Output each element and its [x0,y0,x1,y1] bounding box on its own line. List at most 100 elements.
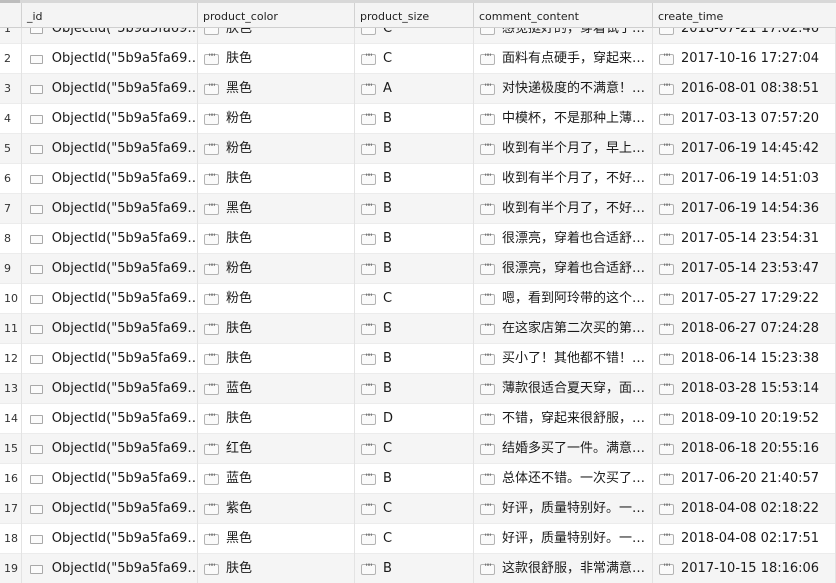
table-row[interactable]: 7 ObjectId("5b9a5fa69… "" 黑色 "" B "" 收到有… [0,194,836,224]
cell-id[interactable]: ObjectId("5b9a5fa69… [22,344,198,374]
cell-create-time[interactable]: "" 2018-04-08 02:18:22 [653,494,836,524]
cell-product-size[interactable]: "" C [355,524,474,554]
table-row[interactable]: 9 ObjectId("5b9a5fa69… "" 粉色 "" B "" 很漂亮… [0,254,836,284]
cell-product-size[interactable]: "" B [355,164,474,194]
cell-product-size[interactable]: "" C [355,28,474,44]
column-header-product-color[interactable]: product_color [198,3,355,28]
cell-comment-content[interactable]: "" 嗯，看到阿玲带的这个… [474,284,653,314]
cell-product-color[interactable]: "" 肤色 [198,224,355,254]
cell-comment-content[interactable]: "" 感觉挺好的，穿着试了… [474,28,653,44]
cell-create-time[interactable]: "" 2018-06-18 20:55:16 [653,434,836,464]
cell-product-color[interactable]: "" 肤色 [198,344,355,374]
table-row[interactable]: 14 ObjectId("5b9a5fa69… "" 肤色 "" D "" 不错… [0,404,836,434]
cell-product-color[interactable]: "" 粉色 [198,134,355,164]
table-row[interactable]: 19 ObjectId("5b9a5fa69… "" 肤色 "" B "" 这款… [0,554,836,583]
cell-product-color[interactable]: "" 粉色 [198,254,355,284]
cell-product-size[interactable]: "" B [355,134,474,164]
cell-id[interactable]: ObjectId("5b9a5fa69… [22,524,198,554]
cell-id[interactable]: ObjectId("5b9a5fa69… [22,28,198,44]
cell-product-size[interactable]: "" B [355,224,474,254]
cell-comment-content[interactable]: "" 面料有点硬手，穿起来… [474,44,653,74]
cell-product-color[interactable]: "" 肤色 [198,554,355,583]
table-row[interactable]: 16 ObjectId("5b9a5fa69… "" 蓝色 "" B "" 总体… [0,464,836,494]
table-row[interactable]: 10 ObjectId("5b9a5fa69… "" 粉色 "" C "" 嗯，… [0,284,836,314]
cell-create-time[interactable]: "" 2018-03-28 15:53:14 [653,374,836,404]
column-header-id[interactable]: _id [22,3,198,28]
cell-create-time[interactable]: "" 2018-07-21 17:02:46 [653,28,836,44]
cell-comment-content[interactable]: "" 不错，穿起来很舒服，… [474,404,653,434]
cell-product-color[interactable]: "" 黑色 [198,74,355,104]
cell-id[interactable]: ObjectId("5b9a5fa69… [22,44,198,74]
cell-id[interactable]: ObjectId("5b9a5fa69… [22,224,198,254]
cell-comment-content[interactable]: "" 在这家店第二次买的第… [474,314,653,344]
cell-comment-content[interactable]: "" 总体还不错。一次买了… [474,464,653,494]
table-row[interactable]: 6 ObjectId("5b9a5fa69… "" 肤色 "" B "" 收到有… [0,164,836,194]
cell-product-color[interactable]: "" 肤色 [198,404,355,434]
cell-product-color[interactable]: "" 红色 [198,434,355,464]
cell-id[interactable]: ObjectId("5b9a5fa69… [22,314,198,344]
table-row[interactable]: 17 ObjectId("5b9a5fa69… "" 紫色 "" C "" 好评… [0,494,836,524]
cell-id[interactable]: ObjectId("5b9a5fa69… [22,134,198,164]
cell-comment-content[interactable]: "" 收到有半个月了，不好… [474,164,653,194]
cell-comment-content[interactable]: "" 这款很舒服，非常满意… [474,554,653,583]
cell-product-color[interactable]: "" 紫色 [198,494,355,524]
cell-comment-content[interactable]: "" 很漂亮，穿着也合适舒… [474,224,653,254]
cell-product-color[interactable]: "" 肤色 [198,44,355,74]
cell-id[interactable]: ObjectId("5b9a5fa69… [22,254,198,284]
table-row[interactable]: 15 ObjectId("5b9a5fa69… "" 红色 "" C "" 结婚… [0,434,836,464]
cell-create-time[interactable]: "" 2017-05-14 23:53:47 [653,254,836,284]
cell-product-size[interactable]: "" A [355,74,474,104]
cell-id[interactable]: ObjectId("5b9a5fa69… [22,104,198,134]
cell-comment-content[interactable]: "" 买小了！其他都不错！… [474,344,653,374]
cell-comment-content[interactable]: "" 结婚多买了一件。满意… [474,434,653,464]
cell-id[interactable]: ObjectId("5b9a5fa69… [22,434,198,464]
cell-create-time[interactable]: "" 2017-05-14 23:54:31 [653,224,836,254]
cell-id[interactable]: ObjectId("5b9a5fa69… [22,464,198,494]
cell-comment-content[interactable]: "" 好评，质量特别好。一… [474,524,653,554]
cell-id[interactable]: ObjectId("5b9a5fa69… [22,404,198,434]
cell-product-size[interactable]: "" B [355,254,474,284]
cell-create-time[interactable]: "" 2017-03-13 07:57:20 [653,104,836,134]
cell-create-time[interactable]: "" 2017-06-19 14:45:42 [653,134,836,164]
column-header-product-size[interactable]: product_size [355,3,474,28]
cell-id[interactable]: ObjectId("5b9a5fa69… [22,74,198,104]
cell-create-time[interactable]: "" 2018-06-27 07:24:28 [653,314,836,344]
cell-create-time[interactable]: "" 2017-10-15 18:16:06 [653,554,836,583]
table-row[interactable]: 13 ObjectId("5b9a5fa69… "" 蓝色 "" B "" 薄款… [0,374,836,404]
cell-id[interactable]: ObjectId("5b9a5fa69… [22,284,198,314]
cell-product-size[interactable]: "" C [355,284,474,314]
cell-id[interactable]: ObjectId("5b9a5fa69… [22,374,198,404]
table-body[interactable]: 1 ObjectId("5b9a5fa69… "" 肤色 "" C "" 感觉挺… [0,28,836,583]
cell-create-time[interactable]: "" 2018-06-14 15:23:38 [653,344,836,374]
cell-comment-content[interactable]: "" 对快递极度的不满意！… [474,74,653,104]
cell-product-color[interactable]: "" 肤色 [198,164,355,194]
cell-create-time[interactable]: "" 2018-04-08 02:17:51 [653,524,836,554]
column-header-comment-content[interactable]: comment_content [474,3,653,28]
cell-create-time[interactable]: "" 2017-05-27 17:29:22 [653,284,836,314]
cell-product-size[interactable]: "" C [355,434,474,464]
column-header-create-time[interactable]: create_time [653,3,836,28]
cell-product-size[interactable]: "" B [355,374,474,404]
cell-id[interactable]: ObjectId("5b9a5fa69… [22,194,198,224]
cell-product-color[interactable]: "" 粉色 [198,284,355,314]
cell-id[interactable]: ObjectId("5b9a5fa69… [22,164,198,194]
cell-comment-content[interactable]: "" 收到有半个月了，不好… [474,194,653,224]
cell-product-color[interactable]: "" 黑色 [198,194,355,224]
cell-comment-content[interactable]: "" 收到有半个月了，早上… [474,134,653,164]
cell-product-size[interactable]: "" B [355,554,474,583]
cell-product-size[interactable]: "" B [355,104,474,134]
cell-create-time[interactable]: "" 2017-06-20 21:40:57 [653,464,836,494]
cell-product-size[interactable]: "" B [355,344,474,374]
cell-product-color[interactable]: "" 黑色 [198,524,355,554]
cell-create-time[interactable]: "" 2018-09-10 20:19:52 [653,404,836,434]
table-row[interactable]: 18 ObjectId("5b9a5fa69… "" 黑色 "" C "" 好评… [0,524,836,554]
cell-create-time[interactable]: "" 2016-08-01 08:38:51 [653,74,836,104]
table-row[interactable]: 2 ObjectId("5b9a5fa69… "" 肤色 "" C "" 面料有… [0,44,836,74]
cell-product-size[interactable]: "" B [355,194,474,224]
cell-product-color[interactable]: "" 蓝色 [198,464,355,494]
cell-product-color[interactable]: "" 粉色 [198,104,355,134]
table-row[interactable]: 5 ObjectId("5b9a5fa69… "" 粉色 "" B "" 收到有… [0,134,836,164]
cell-product-size[interactable]: "" C [355,44,474,74]
cell-product-color[interactable]: "" 肤色 [198,28,355,44]
cell-product-color[interactable]: "" 肤色 [198,314,355,344]
